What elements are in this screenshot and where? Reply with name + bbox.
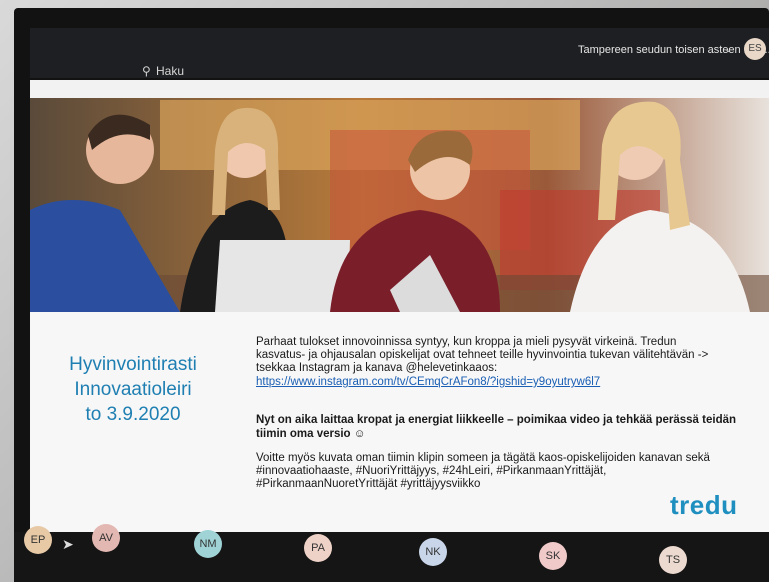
participant-avatar[interactable]: NM <box>194 530 222 558</box>
participants-strip: EP AV NM PA NK SK TS <box>14 524 769 582</box>
participant-initials: EP <box>30 534 46 546</box>
search-icon[interactable]: ⚲ <box>142 64 151 78</box>
participant-avatar[interactable]: EP <box>24 526 52 554</box>
slide-paragraph-line: Nyt on aika laittaa kropat ja energiat l… <box>256 414 737 426</box>
participant-initials: AV <box>99 532 113 544</box>
participant-avatar[interactable]: TS <box>659 546 687 574</box>
slide-paragraph-line: #PirkanmaanNuoretYrittäjät #yrittäjyysvi… <box>256 478 481 490</box>
slide-paragraph-line: tiimin oma versio ☺ <box>256 428 366 440</box>
mouse-cursor-icon: ➤ <box>62 536 74 552</box>
participant-avatar[interactable]: SK <box>539 542 567 570</box>
slide-photo <box>30 80 769 312</box>
participant-avatar[interactable]: AV <box>92 524 120 552</box>
slide-title-line: Hyvinvointirasti <box>69 354 197 375</box>
participant-initials: NK <box>425 546 441 558</box>
organization-switcher[interactable]: Tampereen seudun toisen asteen kou... <box>578 44 769 56</box>
slide-paragraph-line: Voitte myös kuvata oman tiimin klipin so… <box>256 452 710 464</box>
user-avatar[interactable]: ES <box>744 38 766 60</box>
participant-initials: NM <box>199 538 217 550</box>
instagram-link-text[interactable]: https://www.instagram.com/tv/CEmqCrAFon8… <box>256 376 600 388</box>
participant-avatar[interactable]: NK <box>419 538 447 566</box>
slide-paragraph-line: #innovaatiohaaste, #NuoriYrittäjyys, #24… <box>256 465 607 477</box>
chevron-down-icon[interactable]: ⌄ <box>724 44 732 55</box>
slide-paragraph-line: tsekkaa Instagram ja kanava @helevetinka… <box>256 362 498 374</box>
slide-title-line: Innovaatioleiri <box>74 379 192 400</box>
slide-paragraph-line: Parhaat tulokset innovoinnissa syntyy, k… <box>256 336 677 348</box>
tredu-logo: tredu <box>670 490 738 520</box>
participant-avatar[interactable]: PA <box>304 534 332 562</box>
participant-initials: TS <box>665 554 681 566</box>
participant-initials: SK <box>545 550 561 562</box>
slide-title-line: to 3.9.2020 <box>85 404 181 425</box>
search-box[interactable]: Haku <box>156 64 184 78</box>
slide-paragraph-line: kasvatus- ja ohjausalan opiskelijat ovat… <box>256 349 709 361</box>
instagram-link[interactable]: https://www.instagram.com/tv/CEmqCrAFon8… <box>256 376 600 389</box>
participant-initials: PA <box>311 542 325 554</box>
